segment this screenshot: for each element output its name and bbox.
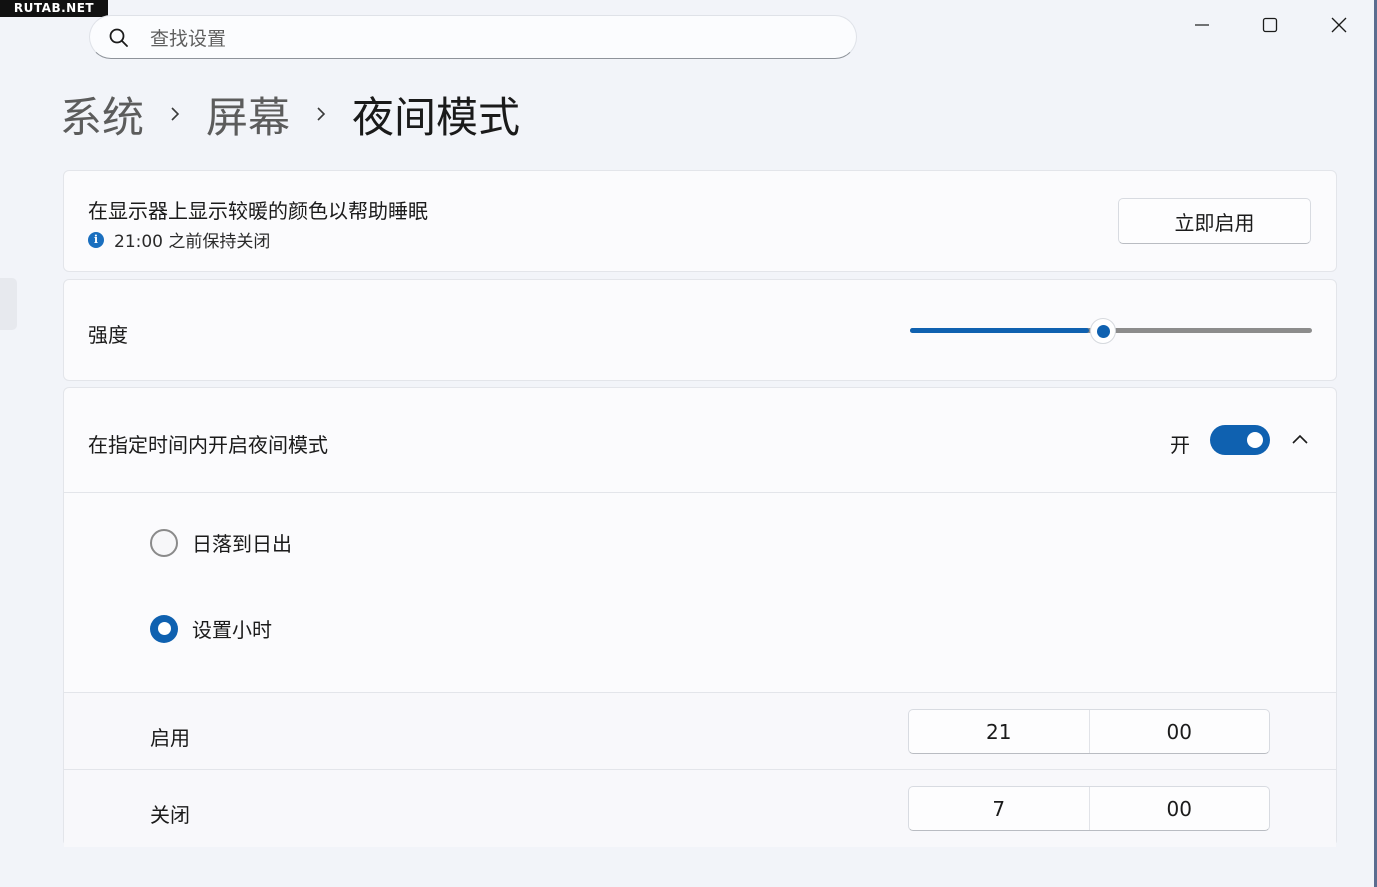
radio-set-hours[interactable]: 设置小时	[150, 614, 272, 643]
turn-on-minute[interactable]: 00	[1088, 710, 1270, 753]
search-icon	[109, 28, 128, 47]
radio-label: 日落到日出	[192, 532, 292, 556]
settings-search-box[interactable]	[89, 15, 857, 59]
chevron-right-icon	[144, 105, 206, 123]
turn-off-label: 关闭	[150, 803, 190, 827]
night-light-card: 在显示器上显示较暖的颜色以帮助睡眠 i 21:00 之前保持关闭 立即启用	[63, 170, 1337, 272]
radio-button-selected[interactable]	[150, 614, 178, 643]
minimize-button[interactable]	[1179, 10, 1225, 40]
night-light-description: 在显示器上显示较暖的颜色以帮助睡眠	[88, 199, 428, 223]
chevron-up-icon[interactable]	[1290, 430, 1310, 450]
turn-on-now-button[interactable]: 立即启用	[1118, 198, 1311, 244]
breadcrumb-display[interactable]: 屏幕	[206, 84, 290, 145]
page-title: 夜间模式	[352, 92, 521, 142]
maximize-icon	[1262, 17, 1278, 33]
minimize-icon	[1195, 24, 1209, 26]
turn-off-time-picker[interactable]: 7 00	[908, 786, 1270, 831]
radio-button[interactable]	[150, 528, 178, 557]
info-icon: i	[88, 231, 104, 248]
schedule-header[interactable]: 在指定时间内开启夜间模式 开	[64, 388, 1336, 493]
breadcrumb: 系统 屏幕 夜间模式	[60, 84, 520, 144]
radio-label: 设置小时	[192, 618, 272, 642]
nav-pane-edge[interactable]	[0, 278, 17, 330]
maximize-button[interactable]	[1247, 10, 1293, 40]
turn-off-row: 关闭 7 00	[64, 769, 1336, 847]
night-light-status: i 21:00 之前保持关闭	[88, 227, 270, 252]
settings-window: RUTAB.NET 系统 屏幕 夜间模式	[0, 0, 1377, 887]
turn-on-label: 启用	[150, 726, 190, 750]
close-button[interactable]	[1316, 10, 1362, 40]
chevron-right-icon	[290, 105, 352, 123]
strength-card: 强度	[63, 279, 1337, 381]
close-icon	[1331, 17, 1347, 33]
slider-track-filled	[910, 328, 1089, 333]
strength-slider[interactable]	[910, 316, 1314, 346]
turn-on-time-picker[interactable]: 21 00	[908, 709, 1270, 754]
turn-off-hour[interactable]: 7	[909, 787, 1089, 830]
toggle-state-label: 开	[1170, 433, 1190, 457]
turn-off-minute[interactable]: 00	[1088, 787, 1270, 830]
slider-thumb[interactable]	[1090, 318, 1116, 344]
search-input[interactable]	[148, 24, 832, 54]
status-text: 21:00 之前保持关闭	[114, 232, 271, 252]
schedule-card: 在指定时间内开启夜间模式 开 日落到日出 设置小时 启用 21 00 关闭 7	[63, 387, 1337, 847]
turn-on-hour[interactable]: 21	[909, 710, 1089, 753]
strength-label: 强度	[88, 323, 128, 347]
radio-sunset-to-sunrise[interactable]: 日落到日出	[150, 528, 292, 557]
breadcrumb-system[interactable]: 系统	[60, 84, 144, 145]
schedule-toggle[interactable]	[1210, 425, 1270, 455]
watermark: RUTAB.NET	[0, 0, 108, 17]
schedule-label: 在指定时间内开启夜间模式	[88, 433, 328, 457]
turn-on-row: 启用 21 00	[64, 692, 1336, 770]
